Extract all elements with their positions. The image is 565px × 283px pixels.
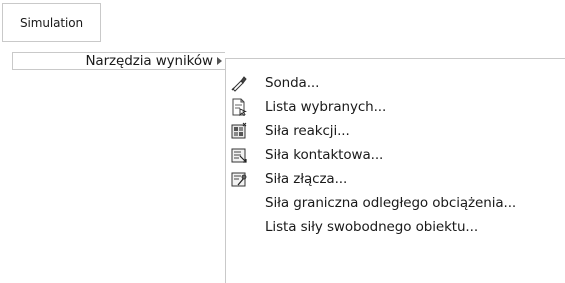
menu-item-remote-load-boundary-force-label: Siła graniczna odległego obciążenia...	[265, 195, 517, 211]
menu-simulation[interactable]: Simulation	[2, 3, 101, 42]
menu-item-free-body-force-list-label: Lista siły swobodnego obiektu...	[265, 219, 479, 235]
connector-force-icon	[230, 170, 248, 188]
menu-item-selected-list[interactable]: Lista wybranych...	[226, 95, 565, 119]
contact-force-icon	[230, 146, 248, 164]
menu-item-remote-load-boundary-force[interactable]: Siła graniczna odległego obciążenia...	[226, 191, 565, 215]
menu-item-probe[interactable]: Sonda...	[226, 71, 565, 95]
submenu-result-tools-list: Sonda... Lista wybranych... Siła reakcji…	[225, 58, 565, 283]
probe-icon	[230, 74, 248, 92]
submenu-result-tools: Narzędzia wyników	[12, 52, 225, 70]
menu-item-contact-force-label: Siła kontaktowa...	[265, 147, 384, 163]
menu-item-reaction-force-label: Siła reakcji...	[265, 123, 350, 139]
menu-item-connector-force[interactable]: Siła złącza...	[226, 167, 565, 191]
screen: Simulation Narzędzia wyników Sonda... Li…	[0, 0, 565, 283]
menu-item-selected-list-label: Lista wybranych...	[265, 99, 387, 115]
reaction-force-icon	[230, 122, 248, 140]
menu-item-probe-label: Sonda...	[265, 75, 320, 91]
menu-simulation-label: Simulation	[20, 15, 83, 30]
menu-item-result-tools[interactable]: Narzędzia wyników	[13, 53, 223, 69]
menu-item-reaction-force[interactable]: Siła reakcji...	[226, 119, 565, 143]
menu-item-result-tools-label: Narzędzia wyników	[85, 53, 213, 69]
submenu-arrow-icon	[217, 57, 222, 65]
selected-list-icon	[230, 98, 248, 116]
menu-item-connector-force-label: Siła złącza...	[265, 171, 348, 187]
menu-item-free-body-force-list[interactable]: Lista siły swobodnego obiektu...	[226, 215, 565, 239]
menu-item-contact-force[interactable]: Siła kontaktowa...	[226, 143, 565, 167]
